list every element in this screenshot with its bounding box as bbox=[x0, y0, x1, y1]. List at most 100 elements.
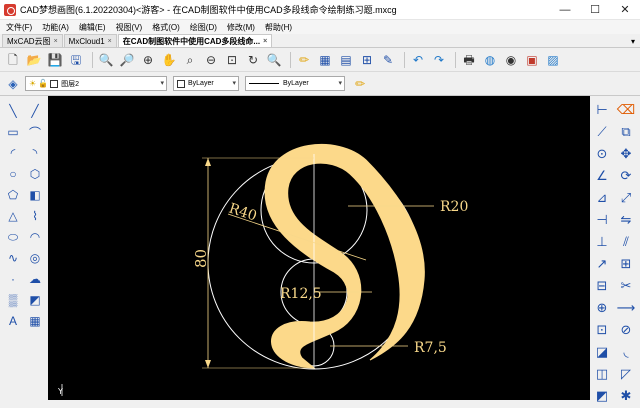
dim-ordinate-icon[interactable]: ⊿ bbox=[592, 188, 612, 208]
tab-mxcad-cloud[interactable]: MxCAD云图 × bbox=[2, 34, 63, 47]
table-icon[interactable]: ▦ bbox=[26, 312, 44, 330]
pdf-icon[interactable]: ▣ bbox=[523, 51, 541, 69]
pencil-icon[interactable]: ✏ bbox=[295, 51, 313, 69]
tab-current-drawing[interactable]: 在CAD制图软件中使用CAD多段线命... × bbox=[117, 34, 273, 47]
menu-view[interactable]: 视图(V) bbox=[116, 22, 143, 33]
block-icon[interactable]: ◧ bbox=[26, 186, 44, 204]
dim-leader-icon[interactable]: ↗ bbox=[592, 254, 612, 274]
chamfer-icon[interactable]: ◸ bbox=[616, 364, 636, 384]
dim-edit-icon[interactable]: ⊡ bbox=[592, 320, 612, 340]
pencil-icon[interactable]: ✏ bbox=[351, 75, 369, 93]
dim-radius-icon[interactable]: ⊙ bbox=[592, 144, 612, 164]
menu-edit[interactable]: 编辑(E) bbox=[79, 22, 106, 33]
text-icon[interactable]: A bbox=[4, 312, 22, 330]
layers-icon[interactable]: ▤ bbox=[337, 51, 355, 69]
revcloud-icon[interactable]: ☁ bbox=[26, 270, 44, 288]
menu-help[interactable]: 帮助(H) bbox=[265, 22, 292, 33]
tab-list-dropdown[interactable]: ▾ bbox=[626, 35, 640, 47]
dim-override-icon[interactable]: ◩ bbox=[592, 386, 612, 406]
web-icon[interactable]: ◍ bbox=[481, 51, 499, 69]
polyline-icon[interactable]: ⌒ bbox=[26, 123, 44, 141]
spline-icon[interactable]: ∿ bbox=[4, 249, 22, 267]
curve-icon[interactable]: ⌇ bbox=[26, 207, 44, 225]
pan-icon[interactable]: ✋ bbox=[160, 51, 178, 69]
fillet-icon[interactable]: ◟ bbox=[616, 342, 636, 362]
dim-baseline-icon[interactable]: ⊥ bbox=[592, 232, 612, 252]
tab-close-icon[interactable]: × bbox=[263, 38, 267, 45]
dim-angular-icon[interactable]: ∠ bbox=[592, 166, 612, 186]
drawing-canvas[interactable]: 80 R40 R20 R12,5 R7,5 Y bbox=[48, 96, 590, 400]
scale-icon[interactable]: ⤢ bbox=[616, 188, 636, 208]
properties-icon[interactable]: ▦ bbox=[316, 51, 334, 69]
zoom-realtime-icon[interactable]: ⌕ bbox=[181, 51, 199, 69]
center-mark-icon[interactable]: ⊕ bbox=[592, 298, 612, 318]
save-icon[interactable]: 💾 bbox=[46, 51, 64, 69]
redo-icon[interactable]: ↷ bbox=[430, 51, 448, 69]
globe-icon[interactable]: ◉ bbox=[502, 51, 520, 69]
layer-manager-icon[interactable]: ◈ bbox=[4, 75, 22, 93]
color-select[interactable]: ByLayer ▾ bbox=[173, 76, 239, 91]
dim-aligned-icon[interactable]: ⟋ bbox=[592, 122, 612, 142]
undo-icon[interactable]: ↶ bbox=[409, 51, 427, 69]
erase-icon[interactable]: ⌫ bbox=[616, 100, 636, 120]
mirror-icon[interactable]: ⇋ bbox=[616, 210, 636, 230]
xline-icon[interactable]: ╱ bbox=[26, 102, 44, 120]
arc-icon[interactable]: ◜ bbox=[4, 144, 22, 162]
zoom-extents-icon[interactable]: 🔎 bbox=[118, 51, 136, 69]
image-icon[interactable]: ▨ bbox=[544, 51, 562, 69]
trim-icon[interactable]: ✂ bbox=[616, 276, 636, 296]
print-icon[interactable]: 🖶 bbox=[460, 51, 478, 69]
tab-close-icon[interactable]: × bbox=[108, 38, 112, 45]
title-bar: CAD梦想画图(6.1.20220304)<游客> - 在CAD制图软件中使用C… bbox=[0, 0, 640, 20]
hatch-icon[interactable]: ▒ bbox=[4, 291, 22, 309]
explode-icon[interactable]: ✱ bbox=[616, 386, 636, 406]
tab-mxcloud1[interactable]: MxCloud1 × bbox=[63, 34, 117, 47]
copy-icon[interactable]: ⧉ bbox=[616, 122, 636, 142]
dim-linear-icon[interactable]: ⊢ bbox=[592, 100, 612, 120]
tab-close-icon[interactable]: × bbox=[54, 38, 58, 45]
menu-file[interactable]: 文件(F) bbox=[6, 22, 32, 33]
triangle-icon[interactable]: △ bbox=[4, 207, 22, 225]
point-icon[interactable]: · bbox=[4, 270, 22, 288]
minimize-button[interactable]: — bbox=[550, 0, 580, 20]
donut-icon[interactable]: ◎ bbox=[26, 249, 44, 267]
extend-icon[interactable]: ⟶ bbox=[616, 298, 636, 318]
menu-modify[interactable]: 修改(M) bbox=[227, 22, 255, 33]
dim-update-icon[interactable]: ◫ bbox=[592, 364, 612, 384]
arc3p-icon[interactable]: ◝ bbox=[26, 144, 44, 162]
tolerance-icon[interactable]: ⊟ bbox=[592, 276, 612, 296]
ellipse-icon[interactable]: ⬭ bbox=[4, 228, 22, 246]
offset-icon[interactable]: ⫽ bbox=[616, 232, 636, 252]
linetype-select[interactable]: ByLayer ▾ bbox=[245, 76, 345, 91]
new-icon[interactable]: 🗋 bbox=[4, 51, 22, 69]
maximize-button[interactable]: ☐ bbox=[580, 0, 610, 20]
move-icon[interactable]: ✥ bbox=[616, 144, 636, 164]
zoom-in-icon[interactable]: ⊕ bbox=[139, 51, 157, 69]
break-icon[interactable]: ⊘ bbox=[616, 320, 636, 340]
zoom-previous-icon[interactable]: ⊖ bbox=[202, 51, 220, 69]
dim-continue-icon[interactable]: ⊣ bbox=[592, 210, 612, 230]
polygon2-icon[interactable]: ⬡ bbox=[26, 165, 44, 183]
menu-draw[interactable]: 绘图(D) bbox=[190, 22, 217, 33]
open-icon[interactable]: 📂 bbox=[25, 51, 43, 69]
saveas-icon[interactable]: 🖫 bbox=[67, 51, 85, 69]
menu-format[interactable]: 格式(O) bbox=[152, 22, 180, 33]
ellipse-arc-icon[interactable]: ◠ bbox=[26, 228, 44, 246]
insert-icon[interactable]: ⊞ bbox=[358, 51, 376, 69]
zoom-icon[interactable]: 🔍 bbox=[265, 51, 283, 69]
polygon-icon[interactable]: ⬠ bbox=[4, 186, 22, 204]
zoom-all-icon[interactable]: ⊡ bbox=[223, 51, 241, 69]
circle-icon[interactable]: ○ bbox=[4, 165, 22, 183]
region-icon[interactable]: ◩ bbox=[26, 291, 44, 309]
array-icon[interactable]: ⊞ bbox=[616, 254, 636, 274]
close-button[interactable]: ✕ bbox=[610, 0, 640, 20]
menu-function[interactable]: 功能(A) bbox=[42, 22, 69, 33]
line-icon[interactable]: ╲ bbox=[4, 102, 22, 120]
dim-style-icon[interactable]: ◪ bbox=[592, 342, 612, 362]
zoom-window-icon[interactable]: 🔍 bbox=[97, 51, 115, 69]
rotate-icon[interactable]: ⟳ bbox=[616, 166, 636, 186]
redraw-icon[interactable]: ↻ bbox=[244, 51, 262, 69]
rectangle-icon[interactable]: ▭ bbox=[4, 123, 22, 141]
layer-select[interactable]: ☀ 🔓 图层2 ▾ bbox=[25, 76, 167, 91]
edit-icon[interactable]: ✎ bbox=[379, 51, 397, 69]
